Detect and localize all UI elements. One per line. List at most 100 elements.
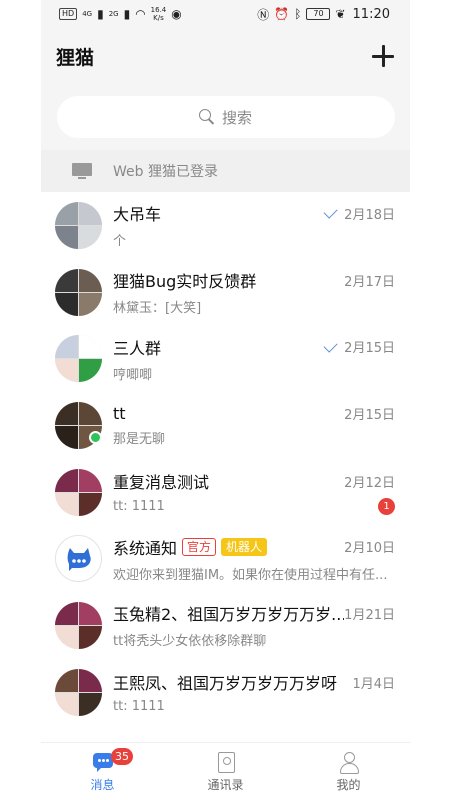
chat-bubble-icon bbox=[67, 547, 91, 571]
avatar bbox=[55, 601, 102, 649]
nav-label-profile: 我的 bbox=[336, 777, 361, 792]
conversation-body: 玉兔精2、祖国万岁万岁万万岁... 1月21日 tt将秃头少女依依移除群聊 bbox=[113, 601, 410, 649]
conversation-name-text: 玉兔精2、祖国万岁万岁万万岁... bbox=[113, 605, 345, 625]
nav-tab-contacts[interactable]: 通讯录 bbox=[164, 743, 287, 800]
search-placeholder: 搜索 bbox=[221, 108, 252, 127]
signal-2g-icon: 2G bbox=[108, 10, 119, 18]
status-bar-right: Ⓝ ⏰ ᛒ 70 ❦ 11:20 bbox=[257, 6, 390, 23]
read-check-icon bbox=[323, 338, 338, 353]
conversation-date: 2月15日 bbox=[344, 404, 395, 423]
conversation-body: 大吊车 2月18日个 bbox=[113, 201, 410, 249]
conversation-preview: 欢迎你来到狸猫IM。如果你在使用过程中有任... bbox=[113, 567, 388, 583]
network-speed: 16.4 K/s bbox=[150, 6, 167, 22]
leaf-icon: ❦ bbox=[335, 7, 346, 21]
conversation-date-text: 2月12日 bbox=[344, 475, 395, 491]
conversation-name-text: 王熙凤、祖国万岁万岁万万岁呀 bbox=[113, 674, 338, 694]
conversation-date: 2月17日 bbox=[344, 271, 395, 290]
conversation-preview: tt: 1111 bbox=[113, 699, 165, 715]
conversation-body: 重复消息测试 2月12日 tt: 1111 1 bbox=[113, 469, 410, 516]
conversation-list: 大吊车 2月18日个狸猫Bug实时反馈群 2月17日林黛玉：[大笑] 三人群 2月15日… bbox=[41, 192, 410, 742]
signal-bars-icon-2: ▮ bbox=[123, 7, 131, 21]
conversation-name: 玉兔精2、祖国万岁万岁万万岁... bbox=[113, 601, 344, 625]
wifi-icon: ◠ bbox=[135, 7, 146, 21]
conversation-date: 2月15日 bbox=[323, 337, 395, 357]
conversation-date-text: 1月21日 bbox=[344, 607, 395, 623]
conversation-name: tt bbox=[113, 404, 126, 423]
conversation-preview: 个 bbox=[113, 234, 127, 250]
profile-icon bbox=[338, 751, 360, 774]
eye-icon: ◉ bbox=[171, 7, 182, 21]
contacts-icon bbox=[215, 751, 237, 773]
search-input[interactable]: 搜索 bbox=[56, 96, 395, 138]
conversation-date-text: 2月15日 bbox=[344, 341, 395, 357]
conversation-name-text: 重复消息测试 bbox=[113, 473, 210, 493]
read-check-icon bbox=[323, 204, 338, 220]
conversation-row[interactable]: 玉兔精2、祖国万岁万岁万万岁... 1月21日 tt将秃头少女依依移除群聊 bbox=[41, 592, 410, 659]
page-title: 狸猫 bbox=[56, 46, 95, 69]
avatar bbox=[55, 201, 102, 249]
app-header: 狸猫 bbox=[41, 28, 410, 84]
clock-time: 11:20 bbox=[352, 6, 390, 22]
conversation-name-text: 狸猫Bug实时反馈群 bbox=[113, 272, 257, 292]
avatar bbox=[55, 335, 102, 383]
nav-label-messages: 消息 bbox=[90, 777, 115, 792]
avatar bbox=[55, 268, 102, 316]
avatar bbox=[55, 535, 102, 583]
search-icon bbox=[198, 109, 215, 125]
conversation-date-text: 1月4日 bbox=[352, 676, 395, 692]
alarm-icon: ⏰ bbox=[274, 7, 290, 21]
official-tag: 官方 bbox=[182, 537, 217, 556]
signal-bars-icon: ▮ bbox=[97, 7, 104, 21]
conversation-row[interactable]: 重复消息测试 2月12日 tt: 1111 1 bbox=[41, 459, 410, 526]
avatar bbox=[55, 468, 102, 516]
status-bar: HD 4G ▮ 2G ▮ ◠ 16.4 K/s ◉ Ⓝ ⏰ ᛒ 70 ❦ 11:2… bbox=[41, 0, 410, 28]
web-login-bar[interactable]: Web 狸猫已登录 bbox=[41, 150, 410, 192]
bluetooth-icon: ᛒ bbox=[294, 7, 302, 21]
conversation-name: 狸猫Bug实时反馈群 bbox=[113, 268, 256, 292]
conversation-name: 大吊车 bbox=[113, 201, 161, 225]
conversation-preview: tt将秃头少女依依移除群聊 bbox=[113, 634, 267, 650]
conversation-row[interactable]: 三人群 2月15日哼唧唧 bbox=[41, 325, 410, 392]
conversation-name: 系统通知 官方 机器人 bbox=[113, 535, 268, 559]
monitor-icon bbox=[72, 162, 92, 180]
search-area: 搜索 bbox=[41, 84, 410, 150]
unread-badge: 1 bbox=[378, 498, 395, 516]
conversation-date: 1月21日 bbox=[344, 604, 395, 623]
conversation-body: tt 2月15日那是无聊 bbox=[113, 404, 410, 447]
conversation-row[interactable]: 大吊车 2月18日个 bbox=[41, 192, 410, 259]
conversation-preview: 那是无聊 bbox=[113, 431, 166, 447]
hd-indicator: HD bbox=[59, 8, 78, 20]
conversation-row[interactable]: 系统通知 官方 机器人 2月10日欢迎你来到狸猫IM。如果你在使用过程中有任... bbox=[41, 525, 410, 592]
conversation-row[interactable]: 王熙凤、祖国万岁万岁万万岁呀 1月4日 tt: 1111 bbox=[41, 659, 410, 726]
conversation-date-text: 2月10日 bbox=[344, 541, 395, 557]
conversation-name-text: 大吊车 bbox=[113, 205, 162, 225]
conversation-name-text: 三人群 bbox=[113, 338, 162, 358]
conversation-name: 王熙凤、祖国万岁万岁万万岁呀 bbox=[113, 670, 337, 694]
status-bar-left: HD 4G ▮ 2G ▮ ◠ 16.4 K/s ◉ bbox=[59, 6, 182, 22]
conversation-preview: tt: 1111 bbox=[113, 499, 165, 515]
nav-tab-profile[interactable]: 我的 bbox=[287, 743, 410, 800]
conversation-row[interactable]: 狸猫Bug实时反馈群 2月17日林黛玉：[大笑] bbox=[41, 259, 410, 326]
add-button[interactable] bbox=[371, 44, 395, 68]
conversation-name-text: 系统通知 bbox=[113, 538, 178, 558]
bottom-nav: 消息 35 通讯录 我的 bbox=[41, 742, 410, 800]
battery-icon: 70 bbox=[306, 8, 331, 20]
conversation-date: 1月4日 bbox=[352, 673, 395, 692]
conversation-preview: 哼唧唧 bbox=[113, 367, 153, 383]
conversation-body: 三人群 2月15日哼唧唧 bbox=[113, 335, 410, 383]
conversation-name: 三人群 bbox=[113, 335, 161, 359]
conversation-row[interactable]: tt 2月15日那是无聊 bbox=[41, 392, 410, 459]
conversation-date: 2月12日 bbox=[344, 472, 395, 491]
nav-tab-messages[interactable]: 消息 35 bbox=[41, 743, 164, 800]
messages-unread-badge: 35 bbox=[111, 748, 133, 765]
conversation-body: 系统通知 官方 机器人 2月10日欢迎你来到狸猫IM。如果你在使用过程中有任... bbox=[113, 535, 410, 583]
conversation-preview: 林黛玉：[大笑] bbox=[113, 301, 202, 317]
conversation-date-text: 2月17日 bbox=[344, 274, 395, 290]
online-status-dot bbox=[89, 431, 102, 445]
conversation-date-text: 2月18日 bbox=[344, 207, 395, 223]
conversation-name: 重复消息测试 bbox=[113, 469, 209, 493]
signal-4g-icon: 4G bbox=[82, 10, 93, 18]
conversation-name-text: tt bbox=[113, 403, 126, 423]
nav-label-contacts: 通讯录 bbox=[207, 777, 244, 792]
conversation-date: 2月10日 bbox=[344, 537, 395, 556]
